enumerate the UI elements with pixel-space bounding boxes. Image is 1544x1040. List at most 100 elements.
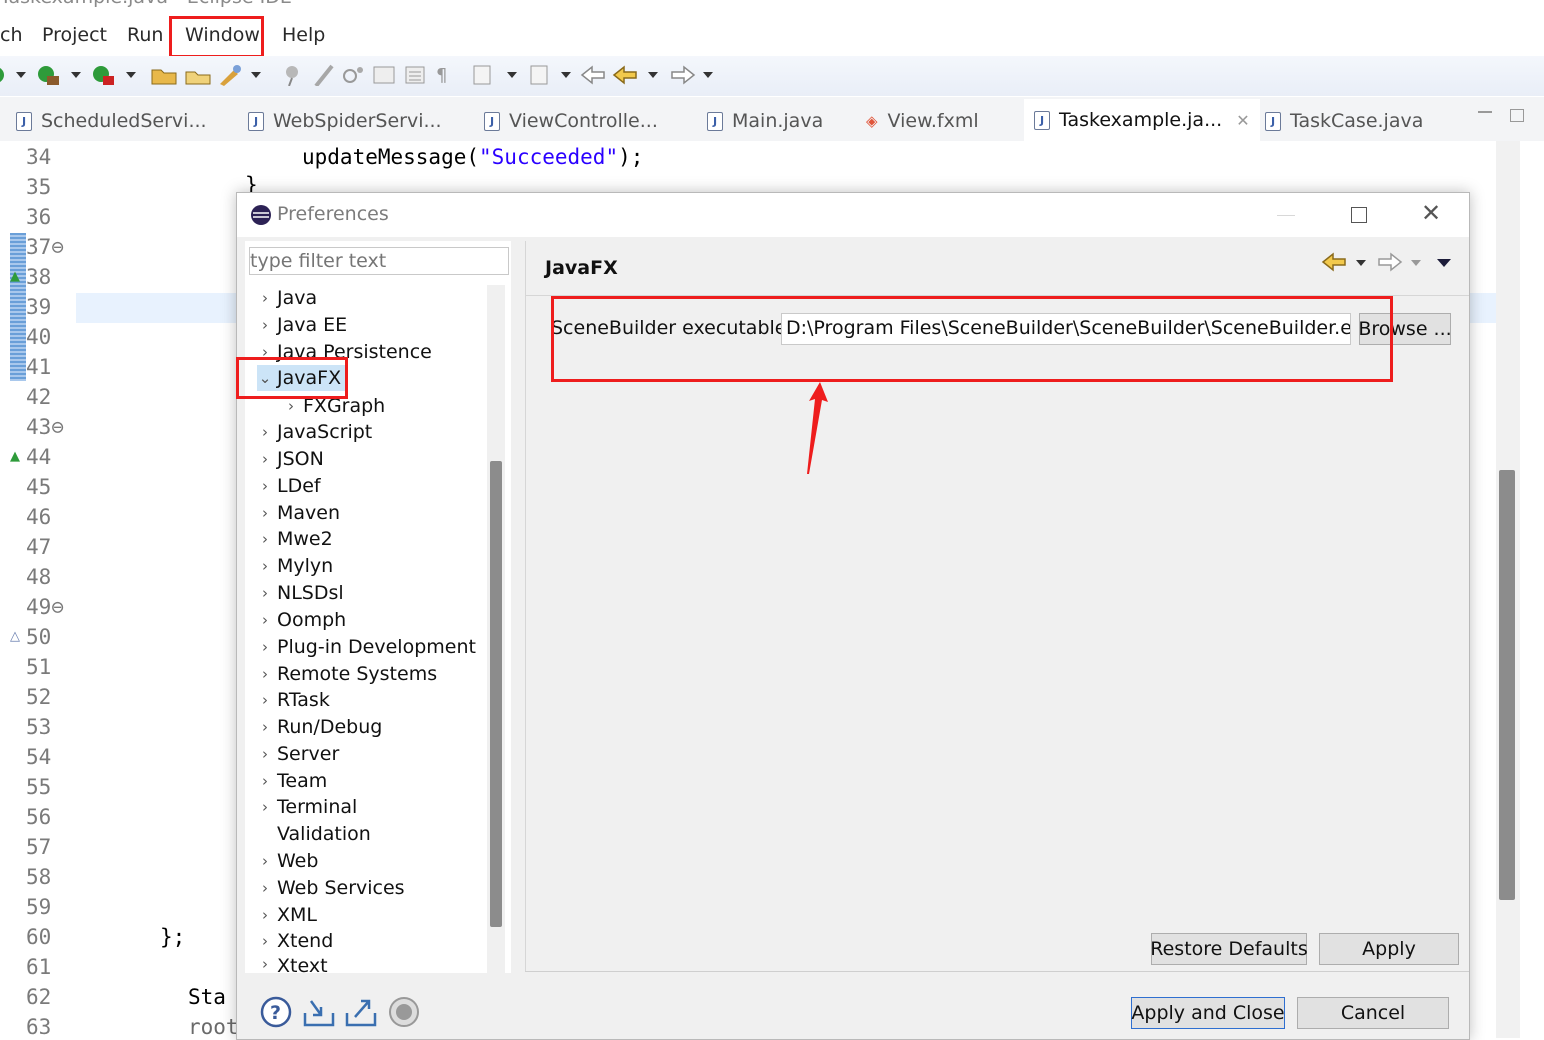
tree-item-java[interactable]: › Java: [257, 285, 317, 311]
tree-item-mwe2[interactable]: › Mwe2: [257, 526, 333, 552]
debug-icon[interactable]: [36, 64, 62, 86]
maximize-icon[interactable]: [1351, 207, 1367, 223]
chevron-right-icon[interactable]: ›: [257, 289, 273, 307]
chevron-down-icon[interactable]: [648, 72, 658, 78]
tree-item-remote-systems[interactable]: › Remote Systems: [257, 661, 437, 687]
editor-scrollbar-thumb[interactable]: [1499, 470, 1515, 900]
pilcrow-icon[interactable]: ¶: [436, 64, 447, 86]
tree-item-run-debug[interactable]: › Run/Debug: [257, 714, 382, 740]
chevron-right-icon[interactable]: ›: [257, 316, 273, 334]
tree-scrollbar-thumb[interactable]: [490, 461, 502, 927]
chevron-right-icon[interactable]: ›: [257, 584, 273, 602]
tree-item-team[interactable]: › Team: [257, 768, 327, 794]
chevron-right-icon[interactable]: ›: [257, 450, 273, 468]
tree-item-nlsdsl[interactable]: › NLSDsl: [257, 580, 344, 606]
menu-help[interactable]: Help: [282, 24, 325, 46]
chevron-right-icon[interactable]: ›: [257, 611, 273, 629]
chevron-right-icon[interactable]: ›: [257, 530, 273, 548]
chevron-right-icon[interactable]: ›: [257, 557, 273, 575]
chevron-down-icon[interactable]: [251, 72, 261, 78]
menu-project[interactable]: Project: [42, 24, 107, 46]
nav-icon[interactable]: [527, 64, 555, 86]
tree-item-oomph[interactable]: › Oomph: [257, 607, 346, 633]
chevron-down-icon[interactable]: [703, 72, 713, 78]
back-icon[interactable]: [612, 64, 640, 86]
chevron-down-icon[interactable]: [561, 72, 571, 78]
chevron-right-icon[interactable]: ›: [257, 932, 273, 950]
close-icon[interactable]: ✕: [1421, 199, 1441, 227]
chevron-right-icon[interactable]: ›: [257, 772, 273, 790]
chevron-right-icon[interactable]: ›: [257, 691, 273, 709]
restore-defaults-button[interactable]: Restore Defaults: [1150, 933, 1308, 965]
tree-item-ldef[interactable]: › LDef: [257, 473, 321, 499]
chevron-down-icon[interactable]: [1411, 260, 1421, 266]
tree-item-javascript[interactable]: › JavaScript: [257, 419, 372, 445]
apply-and-close-button[interactable]: Apply and Close: [1131, 997, 1285, 1029]
last-edit-icon[interactable]: [580, 64, 608, 86]
tree-item-maven[interactable]: › Maven: [257, 500, 340, 526]
chevron-down-icon[interactable]: [507, 72, 517, 78]
filter-input[interactable]: [249, 247, 509, 275]
tab-taskexample[interactable]: J Taskexample.ja... ✕: [1024, 99, 1260, 141]
tab-scheduledservice[interactable]: J ScheduledServi...: [16, 107, 207, 135]
cancel-button[interactable]: Cancel: [1297, 997, 1449, 1029]
search-icon[interactable]: [340, 64, 368, 86]
chevron-right-icon[interactable]: ›: [257, 665, 273, 683]
open-folder-icon[interactable]: [150, 64, 178, 86]
help-icon[interactable]: ?: [259, 995, 293, 1033]
back-icon[interactable]: [1321, 251, 1347, 277]
forward-icon[interactable]: [1377, 251, 1403, 277]
tab-view-fxml[interactable]: ◈ View.fxml: [866, 107, 979, 135]
brush-icon[interactable]: [312, 64, 338, 86]
export-icon[interactable]: [343, 995, 379, 1033]
apply-button[interactable]: Apply: [1319, 933, 1459, 965]
close-icon[interactable]: ✕: [1236, 111, 1249, 130]
record-icon[interactable]: [387, 995, 421, 1033]
tree-item-server[interactable]: › Server: [257, 741, 339, 767]
tree-item-xtend[interactable]: › Xtend: [257, 928, 333, 954]
tree-item-web-services[interactable]: › Web Services: [257, 875, 405, 901]
tree-item-web[interactable]: › Web: [257, 848, 318, 874]
chevron-right-icon[interactable]: ›: [257, 798, 273, 816]
chevron-right-icon[interactable]: ›: [257, 423, 273, 441]
chevron-right-icon[interactable]: ›: [283, 397, 299, 415]
tree-item-validation[interactable]: Validation: [257, 821, 371, 847]
minimize-icon[interactable]: [1478, 111, 1492, 114]
chevron-right-icon[interactable]: ›: [257, 504, 273, 522]
tree-item-xml[interactable]: › XML: [257, 902, 317, 928]
tab-webspiderservice[interactable]: J WebSpiderServi...: [248, 107, 442, 135]
chevron-right-icon[interactable]: ›: [257, 906, 273, 924]
tools-icon[interactable]: [216, 64, 244, 86]
maximize-icon[interactable]: [1510, 109, 1524, 122]
chevron-down-icon[interactable]: [16, 72, 26, 78]
run-icon[interactable]: [0, 64, 8, 86]
annotation-icon[interactable]: [470, 64, 498, 86]
tree-item-java-ee[interactable]: › Java EE: [257, 312, 347, 338]
chevron-right-icon[interactable]: ›: [257, 879, 273, 897]
menu-search[interactable]: ch: [0, 24, 23, 46]
tree-item-plugin-development[interactable]: › Plug-in Development: [257, 634, 476, 660]
minimize-icon[interactable]: [1277, 215, 1295, 216]
chevron-right-icon[interactable]: ›: [257, 745, 273, 763]
compare-icon[interactable]: [372, 64, 400, 86]
chevron-down-icon[interactable]: [71, 72, 81, 78]
tree-item-xtext[interactable]: › Xtext: [257, 955, 328, 973]
view-menu-icon[interactable]: [1437, 259, 1451, 267]
tree-item-mylyn[interactable]: › Mylyn: [257, 553, 333, 579]
chevron-right-icon[interactable]: ›: [257, 718, 273, 736]
import-icon[interactable]: [301, 995, 337, 1033]
tab-main[interactable]: J Main.java: [707, 107, 823, 135]
chevron-right-icon[interactable]: ›: [257, 955, 273, 973]
tab-taskcase[interactable]: J TaskCase.java: [1265, 107, 1423, 135]
list-icon[interactable]: [402, 64, 430, 86]
forward-icon[interactable]: [668, 64, 696, 86]
open-file-icon[interactable]: [184, 64, 212, 86]
tree-item-json[interactable]: › JSON: [257, 446, 324, 472]
chevron-right-icon[interactable]: ›: [257, 852, 273, 870]
menu-run[interactable]: Run: [127, 24, 163, 46]
chevron-down-icon[interactable]: [126, 72, 136, 78]
pin-icon[interactable]: [280, 64, 306, 86]
coverage-icon[interactable]: [91, 64, 117, 86]
tab-viewcontroller[interactable]: J ViewControlle...: [484, 107, 658, 135]
chevron-down-icon[interactable]: [1356, 260, 1366, 266]
